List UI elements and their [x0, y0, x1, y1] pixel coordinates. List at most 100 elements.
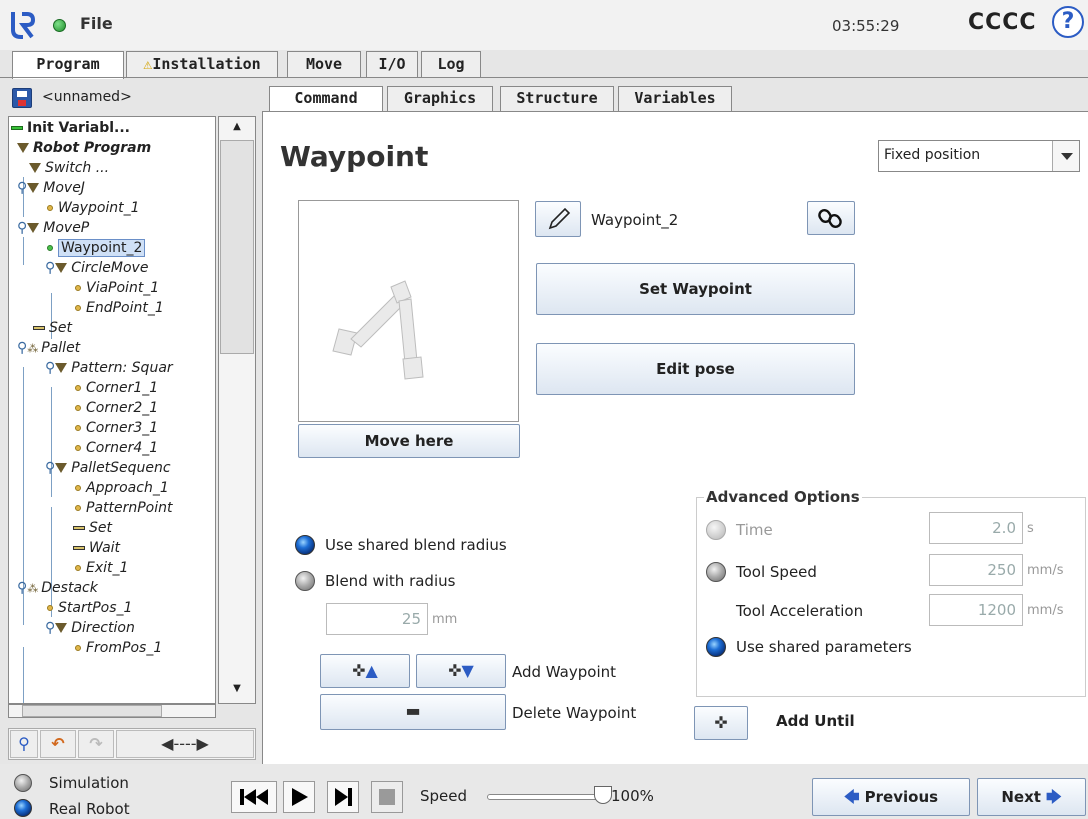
tree-item-corner2[interactable]: Corner2_1	[75, 399, 158, 418]
tree-item-waypoint-1[interactable]: Waypoint_1	[47, 199, 140, 218]
vertical-scroll-thumb[interactable]	[220, 140, 254, 354]
help-button[interactable]: ?	[1052, 6, 1084, 38]
scroll-down-arrow-icon[interactable]: ▼	[220, 680, 254, 698]
tree-item-init-variables[interactable]: Init Variabl...	[11, 119, 130, 138]
warning-icon: ⚠	[143, 55, 153, 73]
move-node-arrows-icon[interactable]: ◀‑‑‑‑▶	[116, 730, 254, 758]
tab-installation[interactable]: ⚠Installation	[126, 51, 278, 78]
tab-io[interactable]: I/O	[366, 51, 418, 78]
tool-speed-radio[interactable]	[706, 562, 726, 582]
tree-item-circlemove[interactable]: ⚲ CircleMove	[45, 259, 148, 278]
speed-slider-thumb[interactable]	[594, 786, 612, 804]
tab-program[interactable]: Program	[12, 51, 124, 79]
tab-structure[interactable]: Structure	[500, 86, 614, 111]
add-waypoint-before-button[interactable]: ✜▲	[320, 654, 410, 688]
tool-acceleration-input[interactable]: 1200	[929, 594, 1023, 626]
add-until-label: Add Until	[776, 712, 855, 730]
speed-slider[interactable]	[487, 794, 605, 800]
tree-item-palletsequence[interactable]: ⚲ PalletSequenc	[45, 459, 171, 478]
tab-divider	[0, 77, 1088, 78]
position-mode-value: Fixed position	[884, 147, 981, 163]
tree-item-corner3[interactable]: Corner3_1	[75, 419, 158, 438]
tool-acceleration-unit: mm/s	[1027, 603, 1064, 618]
play-button[interactable]	[283, 781, 315, 813]
tab-graphics[interactable]: Graphics	[387, 86, 493, 111]
add-waypoint-after-button[interactable]: ✜▼	[416, 654, 506, 688]
tab-command[interactable]: Command	[269, 86, 383, 112]
tool-acceleration-label: Tool Acceleration	[736, 602, 864, 620]
blend-with-radius-label: Blend with radius	[325, 572, 456, 590]
tree-item-movep[interactable]: ⚲ MoveP	[17, 219, 89, 238]
tree-item-corner1[interactable]: Corner1_1	[75, 379, 158, 398]
rewind-button[interactable]	[231, 781, 277, 813]
simulation-radio[interactable]	[14, 774, 32, 792]
time-radio[interactable]	[706, 520, 726, 540]
real-robot-radio[interactable]	[14, 799, 32, 817]
tree-item-destack[interactable]: ⚲⁂ Destack	[17, 579, 98, 598]
add-below-icon: ✜▼	[448, 661, 474, 680]
redo-icon[interactable]: ↷	[78, 730, 114, 758]
tree-item-viapoint-1[interactable]: ViaPoint_1	[75, 279, 159, 298]
tree-item-robot-program[interactable]: Robot Program	[17, 139, 151, 158]
blend-radius-input[interactable]: 25	[326, 603, 428, 635]
tool-speed-input[interactable]: 250	[929, 554, 1023, 586]
tree-item-corner4[interactable]: Corner4_1	[75, 439, 158, 458]
tree-item-switch[interactable]: Switch ...	[29, 159, 109, 178]
search-icon[interactable]: ⚲	[10, 730, 38, 758]
real-robot-label: Real Robot	[49, 800, 130, 818]
simulation-label: Simulation	[49, 774, 129, 792]
waypoint-name: Waypoint_2	[591, 211, 679, 229]
tab-variables[interactable]: Variables	[618, 86, 732, 111]
tab-move[interactable]: Move	[287, 51, 361, 78]
set-waypoint-button[interactable]: Set Waypoint	[536, 263, 855, 315]
time-label: Time	[736, 521, 773, 539]
tree-item-direction[interactable]: ⚲ Direction	[45, 619, 135, 638]
tree-item-patternpoint[interactable]: PatternPoint	[75, 499, 173, 518]
horizontal-scroll-thumb[interactable]	[22, 705, 162, 717]
robot-status-indicator-icon	[53, 19, 66, 32]
tree-item-startpos-1[interactable]: StartPos_1	[47, 599, 132, 618]
use-shared-parameters-radio[interactable]	[706, 637, 726, 657]
tree-item-movej[interactable]: ⚲ MoveJ	[17, 179, 85, 198]
file-menu[interactable]: File	[80, 14, 113, 33]
tree-item-set-2[interactable]: Set	[73, 519, 112, 538]
edit-name-button[interactable]	[535, 201, 581, 237]
plus-icon: ✜	[714, 713, 728, 732]
add-until-button[interactable]: ✜	[694, 706, 748, 740]
delete-waypoint-button[interactable]: ▬	[320, 694, 506, 730]
save-program-icon[interactable]	[12, 88, 32, 108]
next-button[interactable]: Next 🡆	[977, 778, 1086, 816]
time-input[interactable]: 2.0	[929, 512, 1023, 544]
robot-arm-icon	[332, 280, 424, 380]
move-here-button[interactable]: Move here	[298, 424, 520, 458]
tree-item-pallet[interactable]: ⚲⁂ Pallet	[17, 339, 80, 358]
page-title: Waypoint	[280, 140, 429, 173]
tree-item-waypoint-2[interactable]: Waypoint_2	[47, 239, 146, 258]
blend-with-radius-radio[interactable]	[295, 571, 315, 591]
tree-item-wait[interactable]: Wait	[73, 539, 120, 558]
program-name: <unnamed>	[42, 89, 132, 105]
use-shared-blend-radio[interactable]	[295, 535, 315, 555]
undo-icon[interactable]: ↶	[40, 730, 76, 758]
scroll-up-arrow-icon[interactable]: ▲	[220, 118, 254, 136]
use-shared-parameters-label: Use shared parameters	[736, 638, 912, 656]
tab-log[interactable]: Log	[421, 51, 481, 78]
tree-item-pattern-square[interactable]: ⚲ Pattern: Squar	[45, 359, 173, 378]
tree-item-set[interactable]: Set	[33, 319, 72, 338]
chevron-down-icon[interactable]	[1052, 141, 1079, 171]
previous-button[interactable]: 🡄 Previous	[812, 778, 970, 816]
tool-speed-unit: mm/s	[1027, 563, 1064, 578]
link-button[interactable]	[807, 201, 855, 235]
tree-item-endpoint-1[interactable]: EndPoint_1	[75, 299, 164, 318]
tree-item-approach-1[interactable]: Approach_1	[75, 479, 169, 498]
tree-item-exit-1[interactable]: Exit_1	[75, 559, 128, 578]
edit-pose-button[interactable]: Edit pose	[536, 343, 855, 395]
stop-button[interactable]	[371, 781, 403, 813]
minus-icon: ▬	[405, 701, 421, 720]
step-button[interactable]	[327, 781, 359, 813]
program-tree[interactable]: Init Variabl... Robot Program Switch ...…	[8, 116, 216, 704]
next-label: Next	[1001, 788, 1041, 806]
robot-preview	[298, 200, 519, 422]
tree-item-frompos-1[interactable]: FromPos_1	[75, 639, 162, 658]
arrow-left-icon: 🡄	[843, 788, 865, 806]
